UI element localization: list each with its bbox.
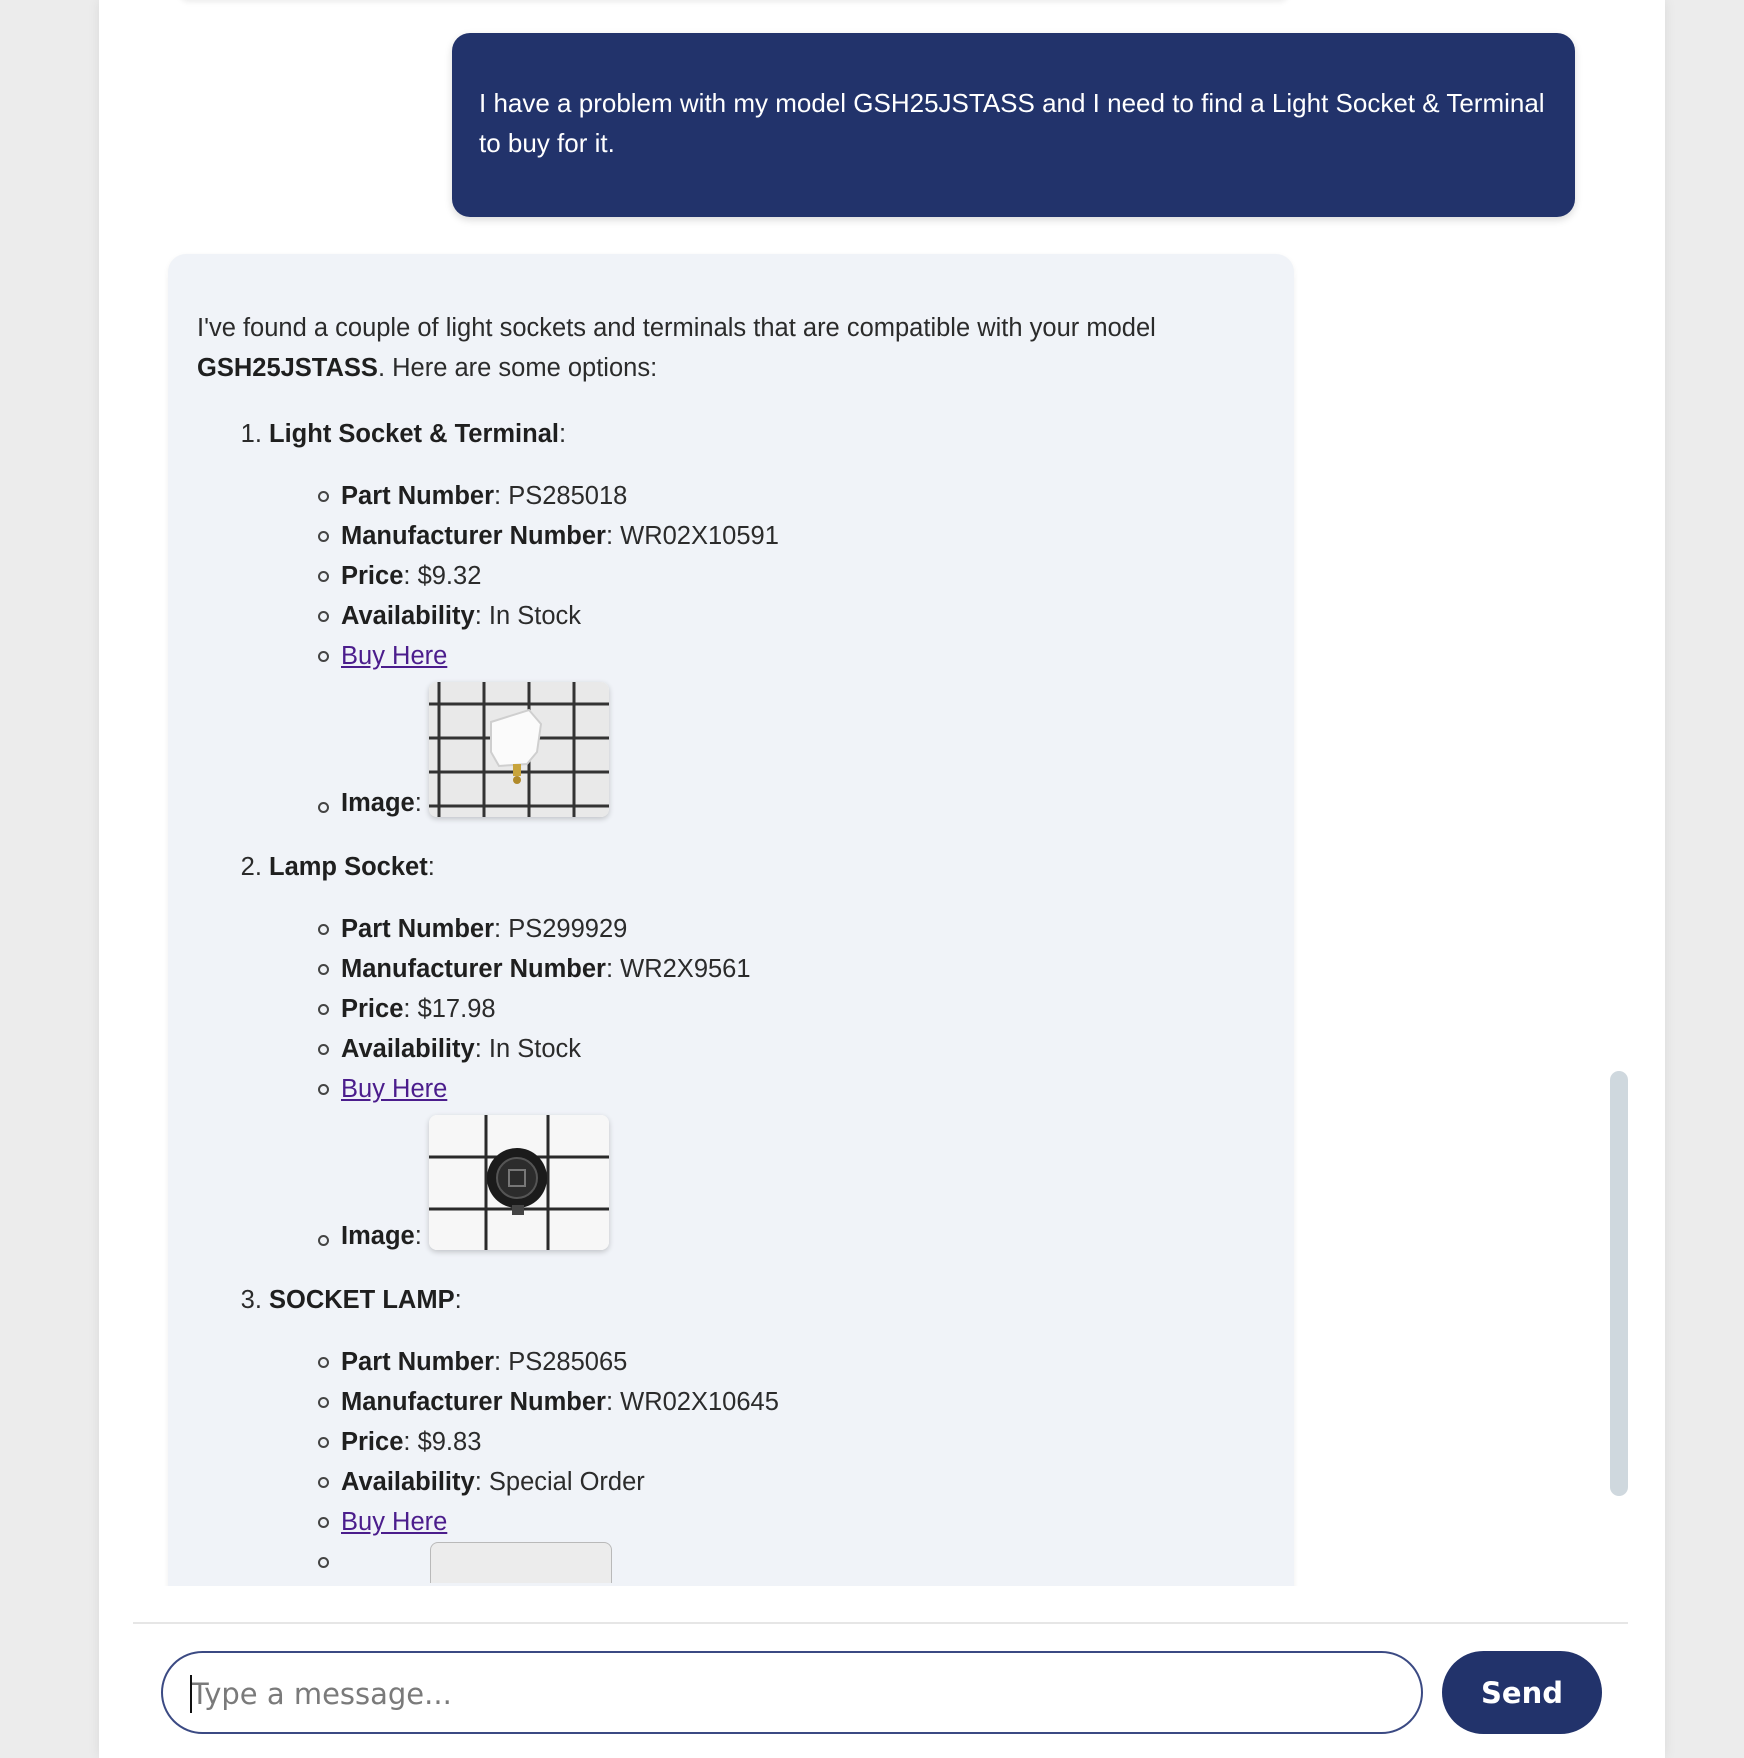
image-label: Image bbox=[341, 789, 415, 817]
part-number-label: Part Number bbox=[341, 1348, 495, 1376]
manufacturer-number-value: WR2X9561 bbox=[620, 955, 751, 983]
buy-here-link[interactable]: Buy Here bbox=[341, 1508, 447, 1536]
option-details: Part Number: PS285065 Manufacturer Numbe… bbox=[269, 1342, 1264, 1583]
chat-messages[interactable]: I have a problem with my model GSH25JSTA… bbox=[99, 0, 1665, 1586]
availability-value: In Stock bbox=[488, 602, 582, 630]
intro-model: GSH25JSTASS bbox=[197, 354, 378, 382]
bot-message-bubble: I've found a couple of light sockets and… bbox=[168, 254, 1294, 1586]
manufacturer-number-label: Manufacturer Number bbox=[341, 1388, 606, 1416]
intro-text: I've found a couple of light sockets and… bbox=[197, 314, 1156, 342]
manufacturer-number-label: Manufacturer Number bbox=[341, 955, 606, 983]
bot-intro: I've found a couple of light sockets and… bbox=[197, 308, 1264, 388]
buy-here-link[interactable]: Buy Here bbox=[341, 642, 447, 670]
light-socket-terminal-image[interactable] bbox=[428, 682, 609, 817]
price-value: $17.98 bbox=[417, 995, 496, 1023]
price-value: $9.83 bbox=[417, 1428, 482, 1456]
buy-row: Buy Here bbox=[318, 636, 1264, 676]
chat-scrollbar[interactable] bbox=[1610, 1071, 1628, 1496]
buy-row: Buy Here bbox=[318, 1069, 1264, 1109]
availability-row: Availability: In Stock bbox=[318, 596, 1264, 636]
part-number-label: Part Number bbox=[341, 915, 495, 943]
image-label: Image bbox=[341, 1222, 415, 1250]
option-title: Lamp Socket bbox=[269, 853, 428, 881]
manufacturer-number-value: WR02X10645 bbox=[620, 1388, 779, 1416]
message-input[interactable] bbox=[189, 1669, 1393, 1719]
buy-here-link[interactable]: Buy Here bbox=[341, 1075, 447, 1103]
image-row: Image: bbox=[318, 1109, 1264, 1256]
composer-divider bbox=[133, 1622, 1628, 1624]
option-item: Lamp Socket: Part Number: PS299929 Manuf… bbox=[269, 847, 1264, 1256]
image-label-wrap: Image: bbox=[341, 1222, 422, 1250]
price-row: Price: $17.98 bbox=[318, 989, 1264, 1029]
price-label: Price bbox=[341, 562, 404, 590]
part-number-value: PS285018 bbox=[508, 482, 628, 510]
intro-text-end: . Here are some options: bbox=[377, 354, 658, 382]
manufacturer-number-label: Manufacturer Number bbox=[341, 522, 606, 550]
availability-row: Availability: Special Order bbox=[318, 1462, 1264, 1502]
message-input-wrap[interactable] bbox=[161, 1651, 1423, 1734]
image-row: Image: bbox=[318, 676, 1264, 823]
text-cursor bbox=[190, 1675, 192, 1713]
options-list: Light Socket & Terminal: Part Number: PS… bbox=[197, 414, 1264, 1583]
availability-value: In Stock bbox=[488, 1035, 582, 1063]
send-button[interactable]: Send bbox=[1442, 1651, 1602, 1734]
availability-label: Availability bbox=[341, 1468, 475, 1496]
user-message-text: I have a problem with my model GSH25JSTA… bbox=[479, 88, 1545, 158]
option-details: Part Number: PS299929 Manufacturer Numbe… bbox=[269, 909, 1264, 1256]
part-number-row: Part Number: PS299929 bbox=[318, 909, 1264, 949]
part-number-row: Part Number: PS285065 bbox=[318, 1342, 1264, 1382]
buy-row: Buy Here bbox=[318, 1502, 1264, 1542]
option-item: Light Socket & Terminal: Part Number: PS… bbox=[269, 414, 1264, 823]
availability-value: Special Order bbox=[488, 1468, 645, 1496]
option-title: SOCKET LAMP bbox=[269, 1286, 455, 1314]
price-value: $9.32 bbox=[417, 562, 482, 590]
chat-page: I have a problem with my model GSH25JSTA… bbox=[99, 0, 1665, 1758]
lamp-socket-image[interactable] bbox=[428, 1115, 609, 1250]
price-label: Price bbox=[341, 995, 404, 1023]
part-number-value: PS299929 bbox=[508, 915, 628, 943]
price-row: Price: $9.83 bbox=[318, 1422, 1264, 1462]
part-number-label: Part Number bbox=[341, 482, 495, 510]
socket-lamp-image[interactable] bbox=[430, 1542, 612, 1583]
part-number-value: PS285065 bbox=[508, 1348, 628, 1376]
availability-label: Availability bbox=[341, 602, 475, 630]
manufacturer-number-row: Manufacturer Number: WR02X10645 bbox=[318, 1382, 1264, 1422]
part-number-row: Part Number: PS285018 bbox=[318, 476, 1264, 516]
image-label-wrap: Image: bbox=[341, 789, 422, 817]
availability-label: Availability bbox=[341, 1035, 475, 1063]
manufacturer-number-value: WR02X10591 bbox=[620, 522, 779, 550]
option-details: Part Number: PS285018 Manufacturer Numbe… bbox=[269, 476, 1264, 823]
manufacturer-number-row: Manufacturer Number: WR02X10591 bbox=[318, 516, 1264, 556]
manufacturer-number-row: Manufacturer Number: WR2X9561 bbox=[318, 949, 1264, 989]
image-row-partial bbox=[318, 1542, 1264, 1583]
option-title: Light Socket & Terminal bbox=[269, 420, 559, 448]
price-label: Price bbox=[341, 1428, 404, 1456]
option-item: SOCKET LAMP: Part Number: PS285065 Manuf… bbox=[269, 1280, 1264, 1583]
user-message-bubble: I have a problem with my model GSH25JSTA… bbox=[452, 33, 1575, 217]
availability-row: Availability: In Stock bbox=[318, 1029, 1264, 1069]
price-row: Price: $9.32 bbox=[318, 556, 1264, 596]
